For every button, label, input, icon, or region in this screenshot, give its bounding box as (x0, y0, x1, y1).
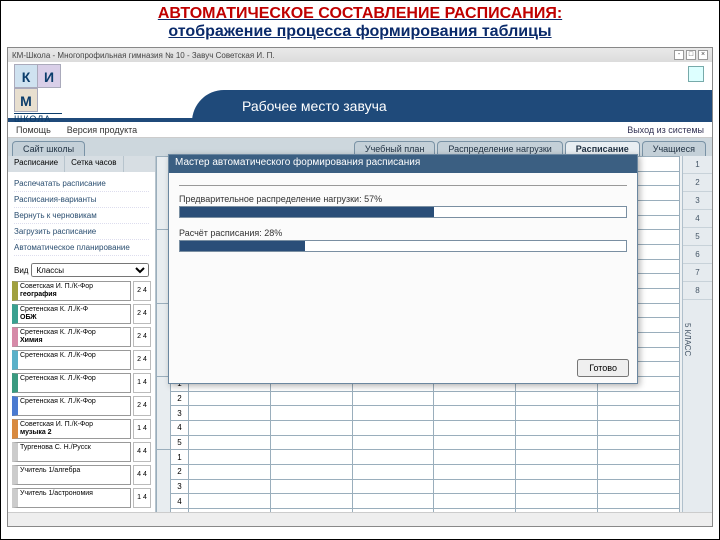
progress2-label: Расчёт расписания: 28% (179, 228, 627, 238)
right-class-label: 5 КЛАСС (683, 300, 692, 380)
subtab-grid[interactable]: Сетка часов (65, 156, 123, 172)
teacher-row[interactable]: Сретенская К. Л./К-Фор1 4 (12, 372, 151, 393)
right-slot[interactable]: 5 (683, 228, 712, 246)
progress1-bar (179, 206, 627, 218)
teacher-row[interactable]: Сретенская К. Л./К-ФОБЖ2 4 (12, 303, 151, 324)
right-slot[interactable]: 1 (683, 156, 712, 174)
view-select[interactable]: Классы (31, 263, 149, 277)
minimize-button[interactable]: - (674, 50, 684, 60)
teacher-row[interactable]: Сретенская К. Л./К-Фор2 4 (12, 349, 151, 370)
slide-title-rest: отображение процесса формирования таблиц… (168, 23, 551, 40)
subtab-schedule[interactable]: Расписание (8, 156, 65, 172)
right-slot[interactable]: 7 (683, 264, 712, 282)
nav-revert[interactable]: Вернуть к черновикам (14, 208, 149, 224)
teacher-row[interactable]: Сретенская К. Л./К-ФорХимия2 4 (12, 326, 151, 347)
teacher-row[interactable]: Тургенова С. Н./Русск4 4 (12, 441, 151, 462)
modal-title: Мастер автоматического формирования расп… (169, 155, 637, 173)
teacher-row[interactable]: Советская И. П./К-Формузыка 21 4 (12, 418, 151, 439)
slide-title-red: АВТОМАТИЧЕСКОЕ СОСТАВЛЕНИЕ РАСПИСАНИЯ: (158, 5, 562, 22)
filter-label: Вид (14, 266, 28, 275)
window-title-text: КМ-Школа - Многопрофильная гимназия № 10… (12, 51, 275, 60)
slide-title: АВТОМАТИЧЕСКОЕ СОСТАВЛЕНИЕ РАСПИСАНИЯ: о… (1, 1, 719, 45)
progress1-label: Предварительное распределение нагрузки: … (179, 194, 627, 204)
nav-print[interactable]: Распечатать расписание (14, 176, 149, 192)
window-titlebar: КМ-Школа - Многопрофильная гимназия № 10… (8, 48, 712, 62)
right-slot[interactable]: 6 (683, 246, 712, 264)
teacher-row[interactable]: Сретенская К. Л./К-Фор2 4 (12, 395, 151, 416)
app-header: КИ М ШКОЛА Рабочее место завуча (8, 62, 712, 122)
progress-modal: Мастер автоматического формирования расп… (168, 154, 638, 384)
nav-variants[interactable]: Расписания-варианты (14, 192, 149, 208)
teacher-row[interactable]: Учитель 1/астрономия1 4 (12, 487, 151, 508)
left-panel: Расписание Сетка часов Распечатать распи… (8, 156, 156, 524)
nav-load[interactable]: Загрузить расписание (14, 224, 149, 240)
teacher-list: Советская И. П./К-Форгеография2 4Сретенс… (8, 280, 155, 508)
app-window: КМ-Школа - Многопрофильная гимназия № 10… (7, 47, 713, 527)
subtabs: Расписание Сетка часов (8, 156, 155, 172)
progress2-bar (179, 240, 627, 252)
right-strip: 123456785 КЛАСС (682, 156, 712, 524)
teacher-row[interactable]: Учитель 1/алгебра4 4 (12, 464, 151, 485)
tab-site[interactable]: Сайт школы (12, 141, 85, 156)
right-slot[interactable]: 4 (683, 210, 712, 228)
logout-link[interactable]: Выход из системы (627, 125, 704, 135)
app-logo: КИ М ШКОЛА (14, 64, 74, 120)
edit-icon[interactable] (688, 66, 704, 82)
tab-students[interactable]: Учащиеся (642, 141, 706, 156)
right-slot[interactable]: 3 (683, 192, 712, 210)
right-slot[interactable]: 2 (683, 174, 712, 192)
workspace-title: Рабочее место завуча (242, 98, 387, 114)
teacher-row[interactable]: Советская И. П./К-Форгеография2 4 (12, 280, 151, 301)
right-slot[interactable]: 8 (683, 282, 712, 300)
menu-version[interactable]: Версия продукта (67, 125, 137, 135)
nav-auto[interactable]: Автоматическое планирование (14, 240, 149, 256)
menu-help[interactable]: Помощь (16, 125, 51, 135)
statusbar (8, 512, 712, 526)
header-banner: Рабочее место завуча (192, 90, 712, 122)
close-button[interactable]: × (698, 50, 708, 60)
maximize-button[interactable]: □ (686, 50, 696, 60)
done-button[interactable]: Готово (577, 359, 629, 377)
menubar: Помощь Версия продукта Выход из системы (8, 122, 712, 138)
nav-list: Распечатать расписание Расписания-вариан… (8, 172, 155, 260)
